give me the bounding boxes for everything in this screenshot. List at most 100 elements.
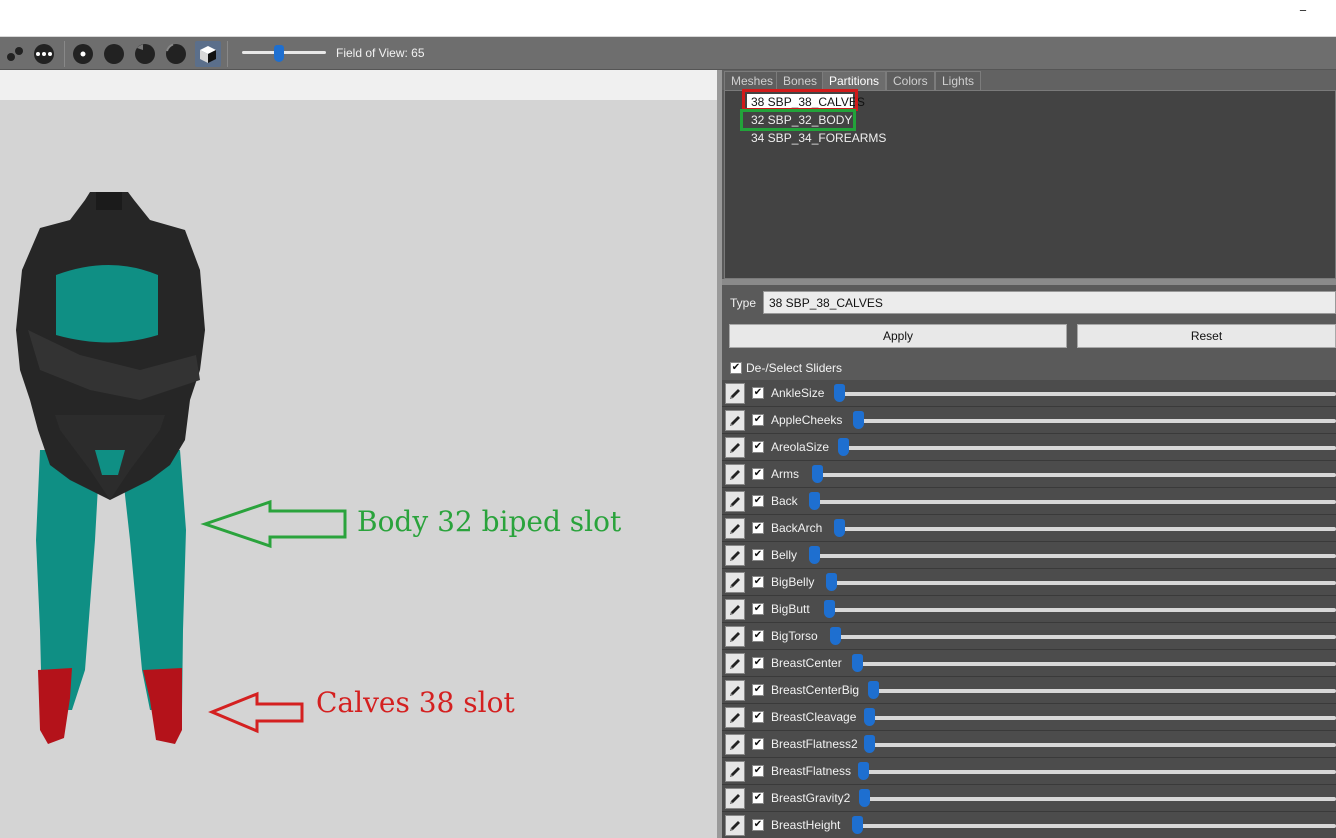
tab-meshes[interactable]: Meshes [724,71,781,90]
slider-checkbox[interactable]: ✔ [752,792,764,804]
slider-track[interactable] [870,716,1336,720]
edit-slider-button[interactable] [725,383,745,404]
slider-thumb[interactable] [830,627,841,645]
body-model-render [16,192,347,744]
slider-thumb[interactable] [809,492,820,510]
slider-track[interactable] [815,500,1336,504]
edit-slider-button[interactable] [725,464,745,485]
slider-track[interactable] [858,662,1336,666]
slider-thumb[interactable] [868,681,879,699]
toolbar [0,37,1336,70]
slider-checkbox[interactable]: ✔ [752,441,764,453]
toolbar-button-vertices[interactable] [31,41,57,67]
slider-checkbox[interactable]: ✔ [752,522,764,534]
slider-checkbox[interactable]: ✔ [752,468,764,480]
slider-thumb[interactable] [859,789,870,807]
tab-bones[interactable]: Bones [776,71,825,90]
edit-slider-button[interactable] [725,437,745,458]
slider-checkbox[interactable]: ✔ [752,630,764,642]
apply-button[interactable]: Apply [729,324,1067,348]
horizontal-splitter[interactable] [722,279,1336,285]
tab-lights[interactable]: Lights [935,71,982,90]
edit-slider-button[interactable] [725,626,745,647]
slider-thumb[interactable] [824,600,835,618]
edit-slider-button[interactable] [725,761,745,782]
slider-track[interactable] [832,581,1336,585]
fov-slider-thumb[interactable] [274,45,284,62]
edit-slider-button[interactable] [725,491,745,512]
slider-row: ✔ BreastGravity2 [722,785,1336,812]
edit-slider-button[interactable] [725,788,745,809]
toolbar-button-texture[interactable] [195,41,221,67]
pencil-icon [730,550,740,561]
edit-slider-button[interactable] [725,707,745,728]
slider-thumb[interactable] [852,654,863,672]
toolbar-button-points[interactable] [2,41,28,67]
edit-slider-button[interactable] [725,572,745,593]
slider-thumb[interactable] [858,762,869,780]
slider-thumb[interactable] [826,573,837,591]
slider-checkbox[interactable]: ✔ [752,819,764,831]
3d-viewport[interactable]: Body 32 biped slot Calves 38 slot [0,70,717,838]
slider-track[interactable] [840,392,1336,396]
slider-checkbox[interactable]: ✔ [752,603,764,615]
edit-slider-button[interactable] [725,680,745,701]
partition-item-forearms[interactable]: 34 SBP_34_FOREARMS [751,131,886,145]
slider-checkbox[interactable]: ✔ [752,684,764,696]
slider-thumb[interactable] [838,438,849,456]
slider-checkbox[interactable]: ✔ [752,495,764,507]
toolbar-button-lighting[interactable] [163,41,189,67]
slider-checkbox[interactable]: ✔ [752,765,764,777]
deselect-sliders-toggle[interactable]: ✔ De-/Select Sliders [730,360,842,376]
edit-slider-button[interactable] [725,410,745,431]
slider-checkbox[interactable]: ✔ [752,576,764,588]
slider-checkbox[interactable]: ✔ [752,657,764,669]
slider-track[interactable] [858,824,1336,828]
toolbar-button-solid[interactable] [101,41,127,67]
fov-slider-track[interactable] [242,51,326,54]
deselect-checkbox[interactable]: ✔ [730,362,742,374]
edit-slider-button[interactable] [725,518,745,539]
slider-track[interactable] [840,527,1336,531]
slider-track[interactable] [865,797,1336,801]
tab-colors[interactable]: Colors [886,71,935,90]
edit-slider-button[interactable] [725,653,745,674]
slider-thumb[interactable] [812,465,823,483]
slider-track[interactable] [815,554,1336,558]
edit-slider-button[interactable] [725,599,745,620]
slider-checkbox[interactable]: ✔ [752,387,764,399]
slider-thumb[interactable] [853,411,864,429]
slider-name: BreastCenterBig [771,683,860,697]
slider-thumb[interactable] [864,735,875,753]
three-dots-icon [34,44,54,64]
tab-partitions[interactable]: Partitions [822,71,887,90]
slider-thumb[interactable] [852,816,863,834]
slider-checkbox[interactable]: ✔ [752,549,764,561]
slider-row: ✔ AnkleSize [722,380,1336,407]
toolbar-button-wireframe[interactable] [70,41,96,67]
toolbar-button-shaded[interactable] [132,41,158,67]
reset-button[interactable]: Reset [1077,324,1336,348]
edit-slider-button[interactable] [725,545,745,566]
pencil-icon [730,577,740,588]
slider-track[interactable] [864,770,1336,774]
slider-thumb[interactable] [834,384,845,402]
slider-track[interactable] [836,635,1336,639]
slider-thumb[interactable] [834,519,845,537]
edit-slider-button[interactable] [725,815,745,836]
edit-slider-button[interactable] [725,734,745,755]
minimize-button[interactable]: _ [1296,0,1310,12]
slider-thumb[interactable] [809,546,820,564]
slider-checkbox[interactable]: ✔ [752,711,764,723]
slider-checkbox[interactable]: ✔ [752,414,764,426]
slider-track[interactable] [859,419,1336,423]
slider-track[interactable] [844,446,1336,450]
slider-track[interactable] [830,608,1336,612]
slider-checkbox[interactable]: ✔ [752,738,764,750]
slider-thumb[interactable] [864,708,875,726]
slider-name: AppleCheeks [771,413,843,427]
slider-track[interactable] [874,689,1336,693]
slider-track[interactable] [818,473,1336,477]
slider-track[interactable] [870,743,1336,747]
type-dropdown[interactable]: 38 SBP_38_CALVES [763,291,1336,314]
